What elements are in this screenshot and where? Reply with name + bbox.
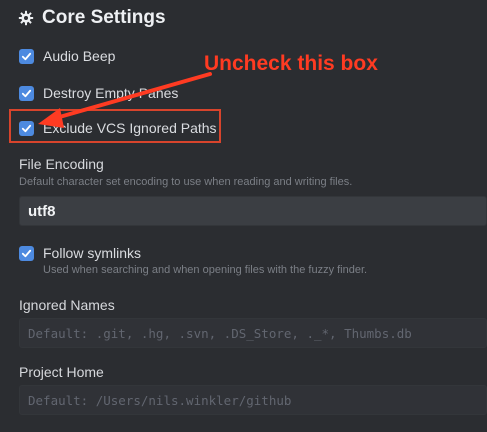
section-header: Core Settings xyxy=(18,4,166,32)
follow-symlinks-checkbox[interactable] xyxy=(19,245,34,261)
audio-beep-label: Audio Beep xyxy=(43,48,116,64)
checkmark-icon xyxy=(21,89,32,97)
settings-panel: Core Settings Audio Beep Destroy Empty P… xyxy=(0,0,487,432)
ignored-names-input[interactable]: Default: .git, .hg, .svn, .DS_Store, ._*… xyxy=(19,318,487,348)
checkmark-icon xyxy=(21,52,32,60)
annotation-callout: Uncheck this box xyxy=(204,52,378,75)
file-encoding-value: utf8 xyxy=(28,202,56,220)
section-title: Core Settings xyxy=(42,7,166,28)
follow-symlinks-label: Follow symlinks xyxy=(43,245,142,261)
gear-icon xyxy=(18,10,34,26)
file-encoding-description: Default character set encoding to use wh… xyxy=(19,176,353,188)
ignored-names-placeholder: Default: .git, .hg, .svn, .DS_Store, ._*… xyxy=(28,325,412,341)
checkmark-icon xyxy=(21,249,32,257)
destroy-empty-panes-checkbox[interactable] xyxy=(19,85,34,101)
file-encoding-input[interactable]: utf8 xyxy=(19,196,487,226)
project-home-label: Project Home xyxy=(19,364,104,380)
highlight-box xyxy=(9,109,221,143)
ignored-names-label: Ignored Names xyxy=(19,297,115,313)
audio-beep-setting[interactable]: Audio Beep xyxy=(19,46,115,66)
destroy-empty-panes-setting[interactable]: Destroy Empty Panes xyxy=(19,83,178,103)
follow-symlinks-setting[interactable]: Follow symlinks xyxy=(19,243,141,263)
audio-beep-checkbox[interactable] xyxy=(19,48,34,64)
project-home-input[interactable]: Default: /Users/nils.winkler/github xyxy=(19,385,487,415)
project-home-placeholder: Default: /Users/nils.winkler/github xyxy=(28,392,292,408)
file-encoding-label: File Encoding xyxy=(19,156,104,172)
follow-symlinks-description: Used when searching and when opening fil… xyxy=(43,264,368,276)
destroy-empty-panes-label: Destroy Empty Panes xyxy=(43,85,179,101)
